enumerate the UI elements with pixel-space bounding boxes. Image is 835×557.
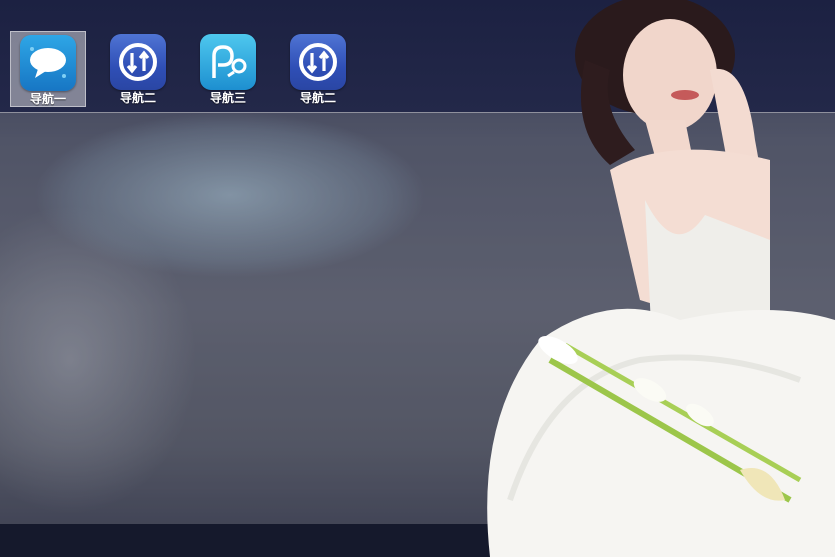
bride-photo (487, 0, 835, 557)
nav-item-1[interactable]: 导航一 (10, 31, 86, 107)
nav-label-4: 导航二 (299, 91, 336, 105)
p-search-icon (200, 34, 256, 90)
nav-label-3: 导航三 (209, 91, 246, 105)
nav-item-2[interactable]: 导航二 (100, 31, 176, 107)
transfer-arrows-icon (290, 34, 346, 90)
transfer-arrows-icon (110, 34, 166, 90)
nav-label-2: 导航二 (119, 91, 156, 105)
nav-item-4[interactable]: 导航二 (280, 31, 356, 107)
nav-label-1: 导航一 (29, 92, 66, 106)
nav-item-3[interactable]: 导航三 (190, 31, 266, 107)
chat-bubble-icon (20, 35, 76, 91)
